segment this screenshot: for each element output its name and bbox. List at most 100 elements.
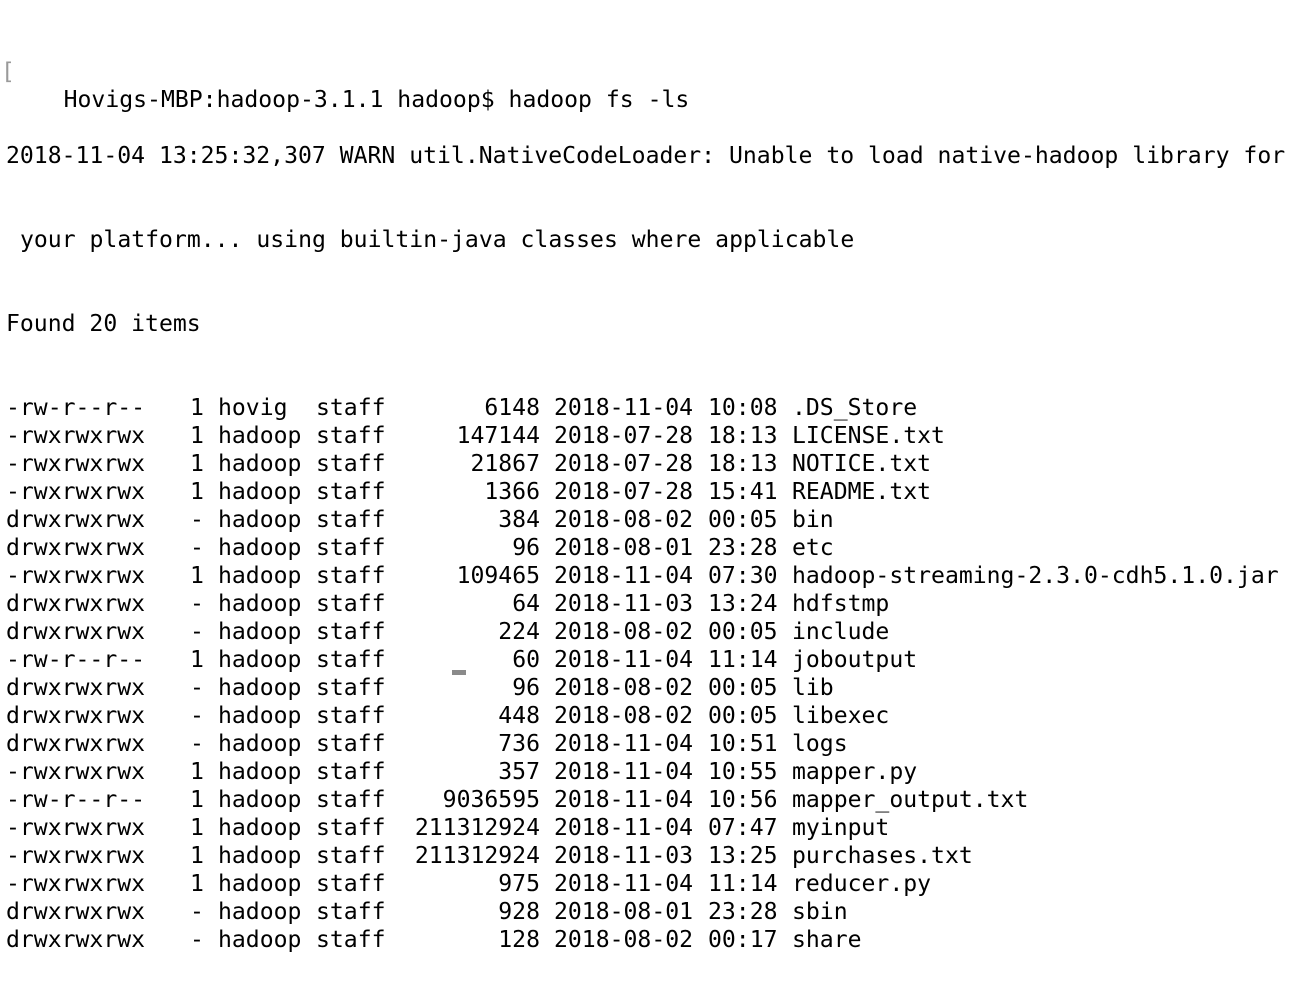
listing-size: 211312924 [414, 815, 540, 841]
listing-row: -rwxrwxrwx 1 hadoop staff 21867 2018-07-28 18:… [6, 450, 1300, 478]
listing-size: 736 [498, 731, 540, 757]
listing-row: -rwxrwxrwx 1 hadoop staff 211312924 2018-11-0… [6, 814, 1300, 842]
listing-owner: hadoop [218, 479, 302, 505]
listing-replication: 1 [190, 787, 204, 813]
bracket-marker: [ [1, 59, 15, 85]
listing-replication: 1 [190, 871, 204, 897]
listing-row: -rwxrwxrwx 1 hadoop staff 211312924 2018-11-0… [6, 842, 1300, 870]
command-prompt: Hovigs-MBP:hadoop-3.1.1 hadoop$ hadoop f… [63, 87, 690, 113]
listing-time: 07:47 [708, 815, 778, 841]
listing-time: 10:51 [708, 731, 778, 757]
warning-line-continued: your platform... using builtin-java clas… [20, 227, 855, 253]
listing-size: 357 [498, 759, 540, 785]
listing-date: 2018-11-03 [554, 843, 694, 869]
listing-owner: hadoop [218, 843, 302, 869]
listing-size: 147144 [456, 423, 540, 449]
listing-size: 928 [498, 899, 540, 925]
prompt-line: [ Hovigs-MBP:hadoop-3.1.1 hadoop$ hadoop … [1, 58, 1300, 113]
listing-date: 2018-08-02 [554, 619, 694, 645]
listing-permissions: -rw-r--r-- [6, 395, 146, 421]
listing-size: 60 [512, 647, 540, 673]
file-listing: -rw-r--r-- 1 hovig staff 6148 2018-11-04 10:08… [6, 394, 1300, 954]
listing-size: 1366 [484, 479, 540, 505]
listing-replication: - [190, 619, 204, 645]
listing-filename: purchases.txt [792, 843, 973, 869]
listing-group: staff [316, 703, 386, 729]
listing-group: staff [316, 619, 386, 645]
listing-date: 2018-07-28 [554, 479, 694, 505]
listing-permissions: drwxrwxrwx [6, 535, 146, 561]
listing-owner: hadoop [218, 731, 302, 757]
listing-row: -rwxrwxrwx 1 hadoop staff 109465 2018-11-04 07… [6, 562, 1300, 590]
listing-date: 2018-11-04 [554, 815, 694, 841]
listing-row: drwxrwxrwx - hadoop staff 128 2018-08-02 00:17… [6, 926, 1300, 954]
listing-replication: 1 [190, 563, 204, 589]
listing-permissions: drwxrwxrwx [6, 703, 146, 729]
listing-permissions: drwxrwxrwx [6, 591, 146, 617]
warning-line: 2018-11-04 13:25:32,307 WARN util.Native… [6, 143, 1286, 169]
listing-group: staff [316, 451, 386, 477]
listing-size: 64 [512, 591, 540, 617]
listing-group: staff [316, 479, 386, 505]
listing-time: 00:05 [708, 507, 778, 533]
listing-time: 13:25 [708, 843, 778, 869]
listing-replication: - [190, 899, 204, 925]
listing-group: staff [316, 927, 386, 953]
listing-filename: lib [792, 675, 834, 701]
listing-group: staff [316, 591, 386, 617]
listing-filename: logs [792, 731, 848, 757]
listing-permissions: -rwxrwxrwx [6, 451, 146, 477]
listing-date: 2018-11-03 [554, 591, 694, 617]
listing-group: staff [316, 535, 386, 561]
listing-permissions: -rwxrwxrwx [6, 815, 146, 841]
listing-time: 15:41 [708, 479, 778, 505]
listing-size: 128 [498, 927, 540, 953]
listing-size: 211312924 [414, 843, 540, 869]
listing-size: 384 [498, 507, 540, 533]
listing-group: staff [316, 843, 386, 869]
listing-replication: - [190, 535, 204, 561]
listing-size: 96 [512, 535, 540, 561]
listing-group: staff [316, 507, 386, 533]
listing-date: 2018-07-28 [554, 423, 694, 449]
listing-filename: myinput [792, 815, 890, 841]
listing-filename: sbin [792, 899, 848, 925]
listing-date: 2018-07-28 [554, 451, 694, 477]
listing-time: 10:55 [708, 759, 778, 785]
listing-filename: README.txt [792, 479, 932, 505]
listing-time: 00:05 [708, 619, 778, 645]
listing-size: 109465 [456, 563, 540, 589]
listing-time: 00:05 [708, 703, 778, 729]
listing-group: staff [316, 899, 386, 925]
listing-date: 2018-08-01 [554, 535, 694, 561]
listing-size: 9036595 [442, 787, 540, 813]
listing-time: 18:13 [708, 423, 778, 449]
listing-row: -rwxrwxrwx 1 hadoop staff 357 2018-11-04 10:55… [6, 758, 1300, 786]
listing-owner: hadoop [218, 787, 302, 813]
terminal-window[interactable]: [ Hovigs-MBP:hadoop-3.1.1 hadoop$ hadoop … [1, 2, 1300, 953]
listing-permissions: -rwxrwxrwx [6, 423, 146, 449]
listing-filename: .DS_Store [792, 395, 918, 421]
listing-permissions: drwxrwxrwx [6, 675, 146, 701]
listing-row: -rwxrwxrwx 1 hadoop staff 1366 2018-07-28 15:4… [6, 478, 1300, 506]
listing-time: 11:14 [708, 647, 778, 673]
listing-row: drwxrwxrwx - hadoop staff 736 2018-11-04 10:51… [6, 730, 1300, 758]
listing-size: 975 [498, 871, 540, 897]
text-cursor [452, 670, 466, 675]
listing-owner: hadoop [218, 507, 302, 533]
listing-size: 224 [498, 619, 540, 645]
listing-row: drwxrwxrwx - hadoop staff 928 2018-08-01 23:28… [6, 898, 1300, 926]
listing-permissions: drwxrwxrwx [6, 619, 146, 645]
listing-filename: bin [792, 507, 834, 533]
listing-owner: hadoop [218, 647, 302, 673]
listing-permissions: -rwxrwxrwx [6, 759, 146, 785]
listing-row: -rw-r--r-- 1 hadoop staff 9036595 2018-11-04 1… [6, 786, 1300, 814]
listing-owner: hadoop [218, 591, 302, 617]
listing-filename: mapper.py [792, 759, 918, 785]
listing-owner: hadoop [218, 675, 302, 701]
listing-replication: 1 [190, 479, 204, 505]
listing-date: 2018-11-04 [554, 787, 694, 813]
listing-permissions: drwxrwxrwx [6, 507, 146, 533]
listing-permissions: drwxrwxrwx [6, 731, 146, 757]
listing-permissions: -rwxrwxrwx [6, 871, 146, 897]
